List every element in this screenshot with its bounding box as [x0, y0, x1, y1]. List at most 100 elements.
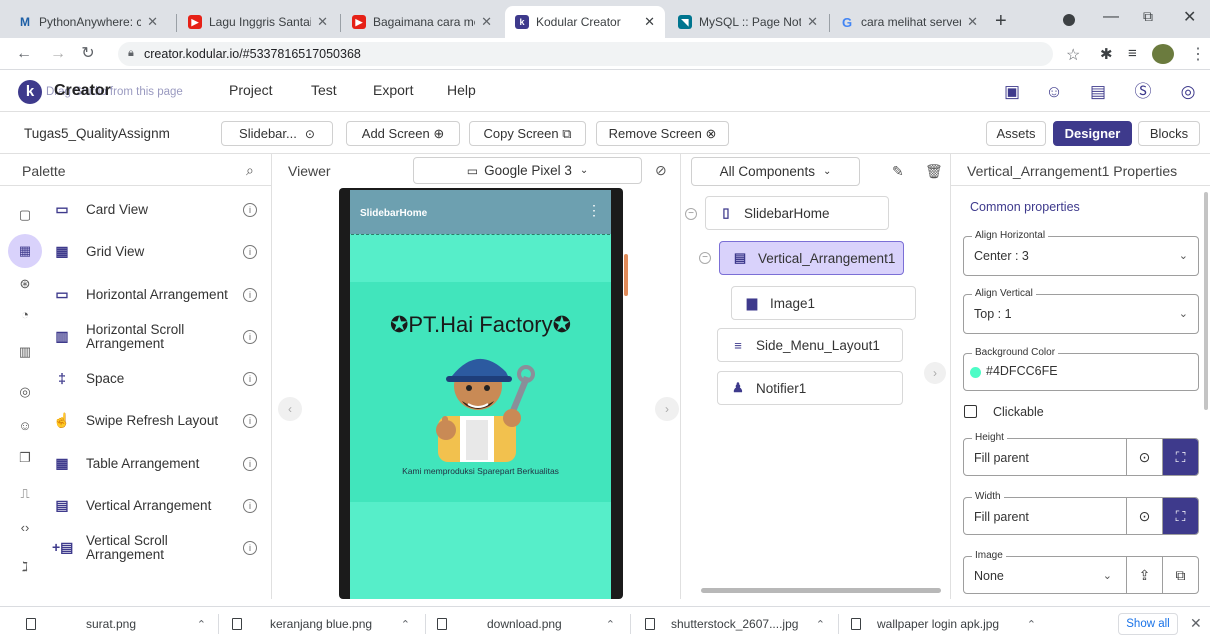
menu-test[interactable]: Test	[311, 82, 337, 98]
media-icon[interactable]: ⊛	[17, 276, 33, 292]
width-field[interactable]: Width Fill parent ⊙ ⛶	[963, 491, 1199, 535]
info-icon[interactable]: i	[243, 245, 257, 259]
phone-screen[interactable]: SlidebarHome ⋮ ✪PT.Hai Factory✪ Kami mem…	[350, 190, 611, 599]
chevron-up-icon[interactable]: ⌃	[197, 618, 206, 631]
delete-trash-icon[interactable]: 🗑︎	[925, 163, 943, 180]
viewer-scroll-thumb[interactable]	[624, 254, 628, 296]
assets-button[interactable]: Assets	[986, 121, 1046, 146]
browser-tab[interactable]: ◥ MySQL :: Page Not Fou ✕	[668, 6, 828, 38]
close-window-icon[interactable]: ✕	[1183, 7, 1196, 27]
extensions-icon[interactable]: ‹›	[17, 520, 33, 536]
height-auto-icon[interactable]: ⊙	[1126, 439, 1162, 475]
palette-item-card-view[interactable]: ▭ Card View i	[52, 193, 257, 227]
designer-button[interactable]: Designer	[1053, 121, 1132, 146]
remove-screen-button[interactable]: Remove Screen ⊗	[596, 121, 729, 146]
browser-tab[interactable]: ▶ Bagaimana cara memb ✕	[342, 6, 502, 38]
common-properties-section[interactable]: Common properties	[970, 200, 1080, 214]
palette-item-horizontal-scroll-arrangement[interactable]: ▥ Horizontal Scroll Arrangement i	[52, 320, 257, 354]
download-item[interactable]: download.png ⌃	[437, 607, 615, 641]
rss-icon[interactable]: ℷ	[17, 559, 33, 575]
download-item[interactable]: keranjang blue.png ⌃	[232, 607, 410, 641]
browser-tab[interactable]: ▶ Lagu Inggris Santai Te ✕	[178, 6, 338, 38]
close-tab-icon[interactable]: ✕	[317, 14, 328, 30]
align-vertical-select[interactable]: Align Vertical Top : 1 ⌄	[963, 288, 1199, 334]
background-color-picker[interactable]: Background Color #4DFCC6FE	[963, 347, 1199, 391]
tree-horizontal-scrollbar[interactable]	[701, 588, 941, 593]
social-icon[interactable]: ☺	[17, 418, 33, 434]
viewer-next-icon[interactable]: ›	[655, 397, 679, 421]
collapse-icon[interactable]: −	[699, 252, 711, 264]
profile-avatar[interactable]	[1152, 44, 1174, 64]
rename-pencil-icon[interactable]: ✎	[892, 163, 904, 180]
properties-scrollbar[interactable]	[1204, 192, 1208, 410]
restore-icon[interactable]: ⧉	[1143, 8, 1153, 25]
palette-item-swipe-refresh-layout[interactable]: ☝ Swipe Refresh Layout i	[52, 404, 257, 438]
kodular-logo-icon[interactable]: k	[18, 80, 42, 104]
viewer-prev-icon[interactable]: ‹	[278, 397, 302, 421]
tree-node-vertical-arrangement1[interactable]: ▤ Vertical_Arrangement1	[719, 241, 904, 275]
browser-tab[interactable]: M PythonAnywhere: cont ✕	[8, 6, 168, 38]
reading-list-icon[interactable]: ≡	[1128, 45, 1137, 62]
info-icon[interactable]: i	[243, 414, 257, 428]
bookmark-star-icon[interactable]: ☆	[1066, 45, 1080, 65]
new-tab-button[interactable]: +	[995, 10, 1007, 33]
download-item[interactable]: surat.png ⌃	[26, 607, 206, 641]
info-icon[interactable]: i	[243, 457, 257, 471]
tab-search-icon[interactable]	[1063, 14, 1075, 26]
height-field[interactable]: Height Fill parent ⊙ ⛶	[963, 432, 1199, 476]
palette-item-grid-view[interactable]: ▦ Grid View i	[52, 235, 257, 269]
info-icon[interactable]: i	[243, 330, 257, 344]
menu-export[interactable]: Export	[373, 82, 413, 98]
tree-node-slidebarhome[interactable]: ▯ SlidebarHome	[705, 196, 889, 230]
close-tab-icon[interactable]: ✕	[967, 14, 978, 30]
width-fill-icon[interactable]: ⛶	[1162, 498, 1198, 534]
chevron-up-icon[interactable]: ⌃	[1027, 618, 1036, 631]
extensions-icon[interactable]: ✱	[1100, 45, 1113, 63]
account-icon[interactable]: ◎	[1176, 80, 1200, 104]
layout-icon[interactable]: ▦	[17, 243, 33, 259]
url-text[interactable]: creator.kodular.io/#5337816517050368	[144, 47, 361, 61]
palette-item-horizontal-arrangement[interactable]: ▭ Horizontal Arrangement i	[52, 278, 257, 312]
download-item[interactable]: wallpaper login apk.jpg ⌃	[851, 607, 1036, 641]
tree-node-side-menu-layout1[interactable]: ≡ Side_Menu_Layout1	[717, 328, 903, 362]
close-tab-icon[interactable]: ✕	[807, 14, 818, 30]
tree-node-notifier1[interactable]: ♟ Notifier1	[717, 371, 903, 405]
close-tab-icon[interactable]: ✕	[481, 14, 492, 30]
info-icon[interactable]: i	[243, 288, 257, 302]
dollar-icon[interactable]: Ⓢ	[1131, 80, 1155, 104]
connectivity-icon[interactable]: ⎍	[17, 486, 33, 502]
chevron-up-icon[interactable]: ⌃	[401, 618, 410, 631]
reload-icon[interactable]: ↻	[78, 44, 98, 64]
device-select[interactable]: ▭ Google Pixel 3 ⌄	[413, 157, 642, 184]
download-item[interactable]: shutterstock_2607....jpg ⌃	[645, 607, 825, 641]
palette-item-space[interactable]: ‡ Space i	[52, 362, 257, 396]
user-interface-icon[interactable]: ▢	[17, 207, 33, 223]
upload-icon[interactable]: ⇪	[1126, 557, 1162, 593]
close-tab-icon[interactable]: ✕	[147, 14, 158, 30]
collapse-icon[interactable]: −	[685, 208, 697, 220]
browser-menu-icon[interactable]: ⋮	[1190, 44, 1206, 64]
height-fill-icon[interactable]: ⛶	[1162, 439, 1198, 475]
palette-item-table-arrangement[interactable]: ▦ Table Arrangement i	[52, 447, 257, 481]
forward-icon[interactable]: →	[48, 44, 68, 64]
info-icon[interactable]: i	[243, 203, 257, 217]
info-icon[interactable]: i	[243, 372, 257, 386]
show-all-button[interactable]: Show all	[1118, 613, 1178, 635]
open-external-icon[interactable]: ⧉	[1162, 557, 1198, 593]
browser-tab-active[interactable]: k Kodular Creator ✕	[505, 6, 665, 38]
hide-components-icon[interactable]: ⊘	[655, 162, 667, 179]
storage-icon[interactable]: ❐	[17, 450, 33, 466]
info-icon[interactable]: i	[243, 499, 257, 513]
align-horizontal-select[interactable]: Align Horizontal Center : 3 ⌄	[963, 230, 1199, 276]
components-filter-select[interactable]: All Components ⌄	[691, 157, 860, 186]
menu-help[interactable]: Help	[447, 82, 476, 98]
info-icon[interactable]: i	[243, 541, 257, 555]
panel-expand-icon[interactable]: ›	[924, 362, 946, 384]
sensors-icon[interactable]: ◎	[17, 384, 33, 400]
chevron-up-icon[interactable]: ⌃	[606, 618, 615, 631]
clickable-checkbox[interactable]	[964, 405, 977, 418]
minimize-icon[interactable]: —	[1103, 8, 1119, 26]
copy-screen-button[interactable]: Copy Screen ⧉	[469, 121, 586, 146]
browser-tab[interactable]: G cara melihat server ko ✕	[830, 6, 988, 38]
add-screen-button[interactable]: Add Screen ⊕	[346, 121, 460, 146]
